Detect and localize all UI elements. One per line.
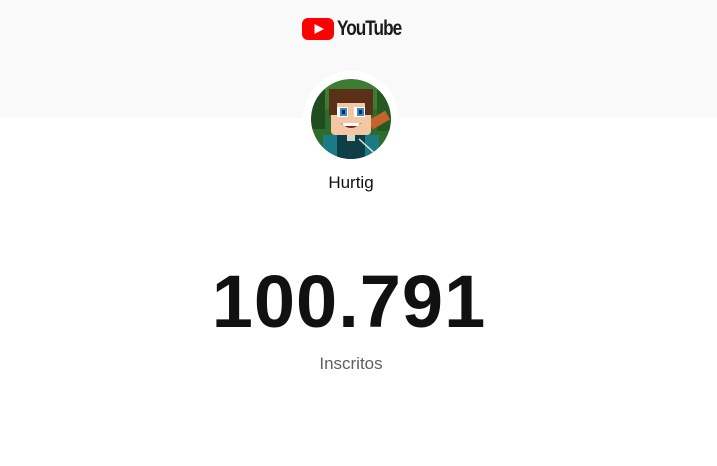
youtube-wordmark: YouTube [337, 17, 402, 40]
youtube-play-icon [302, 18, 334, 40]
channel-name[interactable]: Hurtig [0, 172, 702, 194]
subscriber-counter-page: YouTube Hurtig 100.791 Inscritos [0, 0, 717, 466]
avatar-frame [303, 71, 399, 167]
subscriber-count: 100.791 [211, 260, 487, 343]
subscriber-label: Inscritos [319, 354, 383, 373]
channel-avatar[interactable] [311, 79, 391, 159]
youtube-logo[interactable]: YouTube [302, 17, 415, 41]
